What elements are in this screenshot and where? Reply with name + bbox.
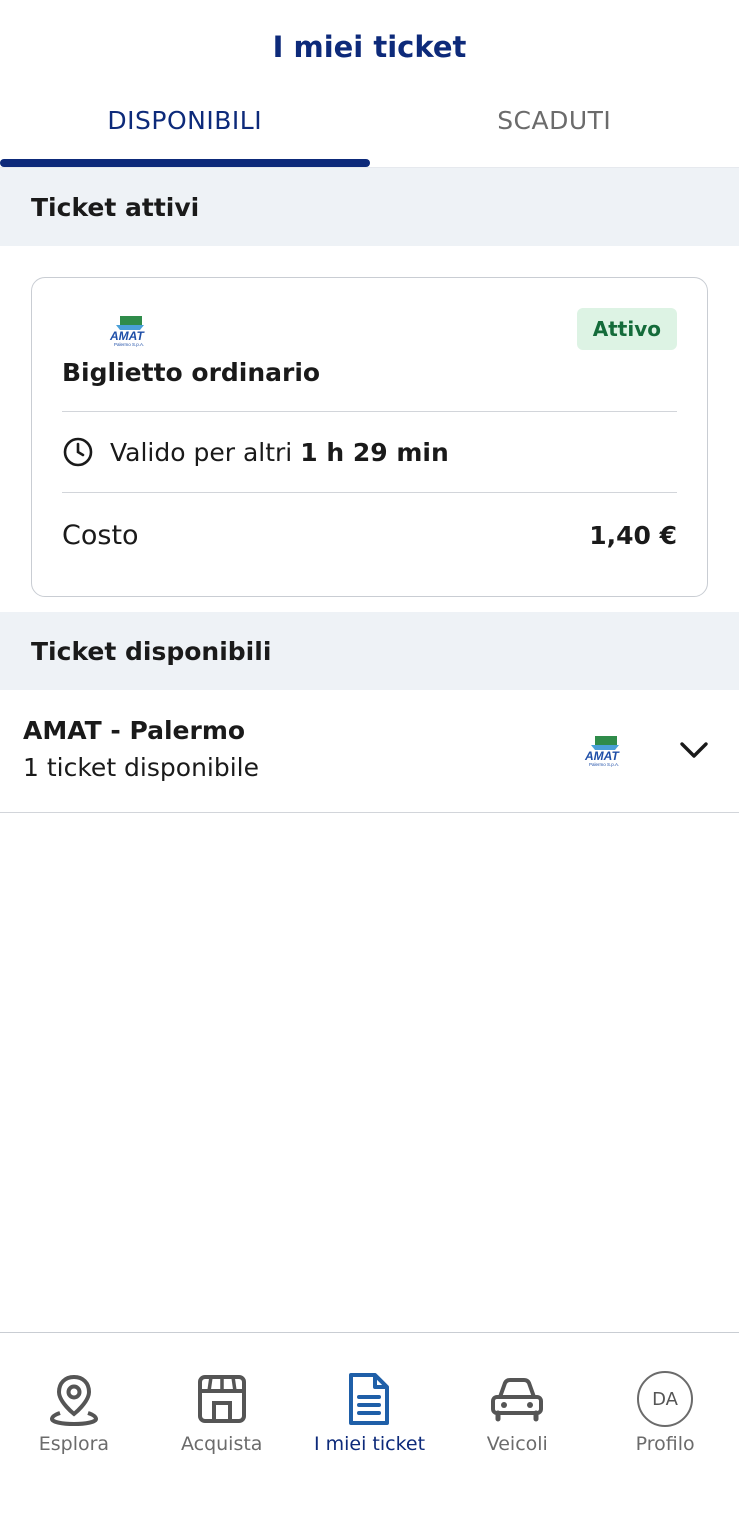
avatar: DA [637,1371,694,1427]
amat-logo: AMAT Palermo S.p.A. [109,316,145,347]
nav-label: I miei ticket [313,1433,426,1455]
validity-prefix: Valido per altri [110,437,293,467]
chevron-down-icon[interactable] [679,740,709,760]
svg-text:AMAT: AMAT [109,329,145,343]
ticket-name: Biglietto ordinario [62,358,321,387]
nav-acquista[interactable]: Acquista [148,1333,296,1514]
section-header-active: Ticket attivi [0,168,739,246]
tab-scaduti[interactable]: SCADUTI [370,92,739,167]
tab-active-indicator [0,159,370,167]
nav-label: Esplora [38,1433,110,1455]
nav-label: Veicoli [486,1433,548,1455]
clock-icon [63,437,93,467]
card-top: AMAT Palermo S.p.A. Attivo [62,278,677,358]
company-name: AMAT - Palermo [23,716,246,745]
svg-text:Palermo S.p.A.: Palermo S.p.A. [589,762,619,767]
amat-logo: AMAT Palermo S.p.A. [584,736,620,767]
page-title: I miei ticket [272,30,467,64]
section-header-available: Ticket disponibili [0,612,739,690]
nav-veicoli[interactable]: Veicoli [443,1333,591,1514]
cost-value: 1,40 € [589,520,677,550]
svg-text:Palermo S.p.A.: Palermo S.p.A. [114,342,144,347]
car-icon [487,1369,547,1429]
header: I miei ticket [0,0,739,92]
avatar-icon: DA [635,1369,695,1429]
cost-label: Costo [62,519,139,551]
document-icon [339,1369,399,1429]
nav-esplora[interactable]: Esplora [0,1333,148,1514]
ticket-count: 1 ticket disponibile [23,753,259,782]
status-badge: Attivo [576,308,677,350]
cost-row: Costo 1,40 € [62,493,677,577]
nav-label: Acquista [180,1433,263,1455]
nav-i-miei-ticket[interactable]: I miei ticket [296,1333,444,1514]
svg-text:AMAT: AMAT [584,749,620,763]
active-ticket-card[interactable]: AMAT Palermo S.p.A. Attivo Biglietto ord… [31,277,708,597]
validity-row: Valido per altri 1 h 29 min [62,412,677,492]
nav-label: Profilo [635,1433,695,1455]
store-icon [192,1369,252,1429]
validity-time: 1 h 29 min [300,437,449,467]
tab-disponibili[interactable]: DISPONIBILI [0,92,370,167]
list-item-amat-palermo[interactable]: AMAT - Palermo 1 ticket disponibile AMAT… [0,690,739,813]
active-ticket-wrapper: AMAT Palermo S.p.A. Attivo Biglietto ord… [0,246,739,612]
nav-profilo[interactable]: DA Profilo [591,1333,739,1514]
bottom-nav: Esplora Acquista I miei ticket Veicoli D… [0,1332,739,1514]
map-pin-icon [44,1369,104,1429]
tab-bar: DISPONIBILI SCADUTI [0,92,739,168]
